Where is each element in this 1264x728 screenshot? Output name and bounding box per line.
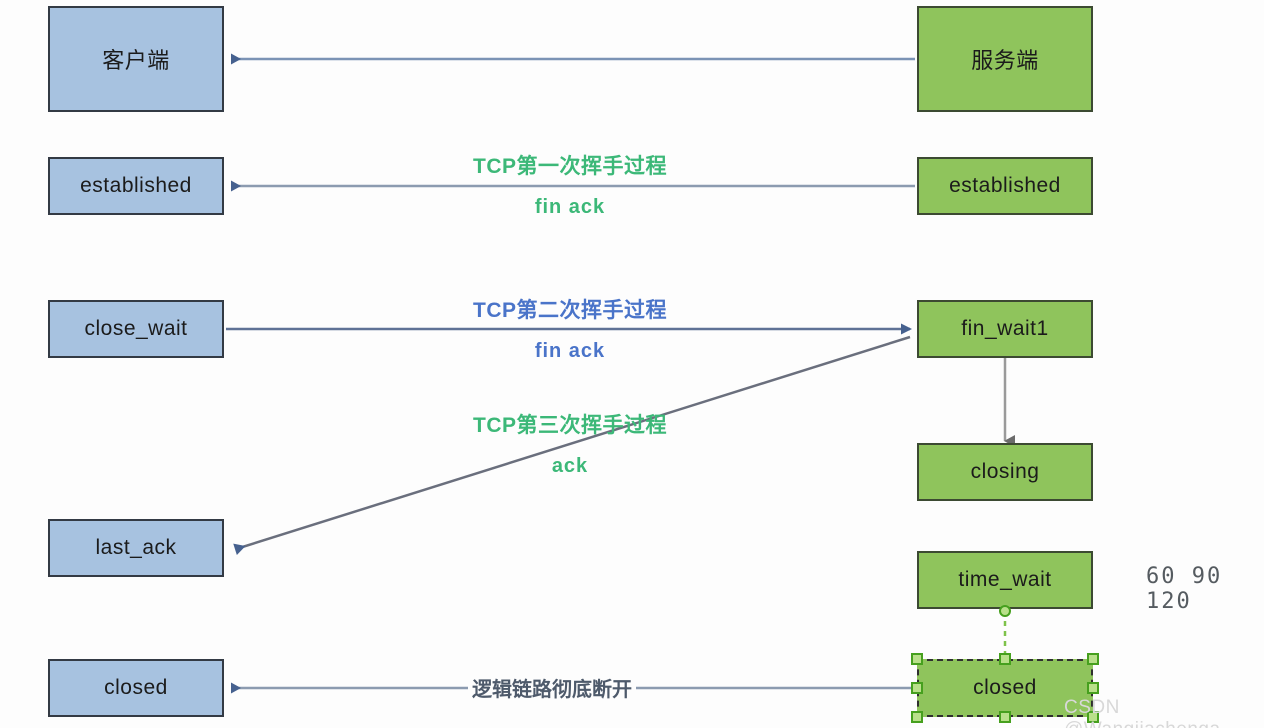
node-label: time_wait — [958, 568, 1052, 591]
watermark: CSDN @Wangjiachenga — [1064, 697, 1264, 728]
node-label: established — [949, 174, 1061, 197]
node-server-time-wait[interactable]: time_wait — [917, 551, 1093, 609]
node-server-fin-wait1[interactable]: fin_wait1 — [917, 300, 1093, 358]
side-note-text: 60 90 120 — [1146, 564, 1223, 614]
node-label: 客户端 — [102, 48, 170, 73]
resize-handle-middle-right[interactable] — [1087, 682, 1099, 694]
node-label: established — [80, 174, 192, 197]
node-server-header[interactable]: 服务端 — [917, 6, 1093, 112]
connector-endpoint-handle-top[interactable] — [999, 605, 1011, 617]
resize-handle-top-center[interactable] — [999, 653, 1011, 665]
node-label: fin_wait1 — [961, 317, 1049, 340]
resize-handle-bottom-center[interactable] — [999, 711, 1011, 723]
node-label: closing — [970, 460, 1040, 483]
node-client-last-ack[interactable]: last_ack — [48, 519, 224, 577]
diagram-canvas: 客户端 established close_wait last_ack clos… — [0, 0, 1264, 728]
node-label: close_wait — [84, 317, 188, 340]
node-label: closed — [973, 676, 1037, 699]
node-client-header[interactable]: 客户端 — [48, 6, 224, 112]
node-client-closed[interactable]: closed — [48, 659, 224, 717]
node-server-closing[interactable]: closing — [917, 443, 1093, 501]
resize-handle-top-left[interactable] — [911, 653, 923, 665]
node-client-established[interactable]: established — [48, 157, 224, 215]
resize-handle-middle-left[interactable] — [911, 682, 923, 694]
edge-third-wave — [233, 335, 911, 556]
resize-handle-bottom-left[interactable] — [911, 711, 923, 723]
node-label: closed — [104, 676, 168, 699]
node-server-established[interactable]: established — [917, 157, 1093, 215]
side-note-durations: 60 90 120 — [1146, 564, 1264, 614]
node-client-close-wait[interactable]: close_wait — [48, 300, 224, 358]
resize-handle-top-right[interactable] — [1087, 653, 1099, 665]
node-label: 服务端 — [971, 48, 1039, 73]
watermark-text: CSDN @Wangjiachenga — [1064, 697, 1220, 728]
node-label: last_ack — [95, 536, 177, 559]
